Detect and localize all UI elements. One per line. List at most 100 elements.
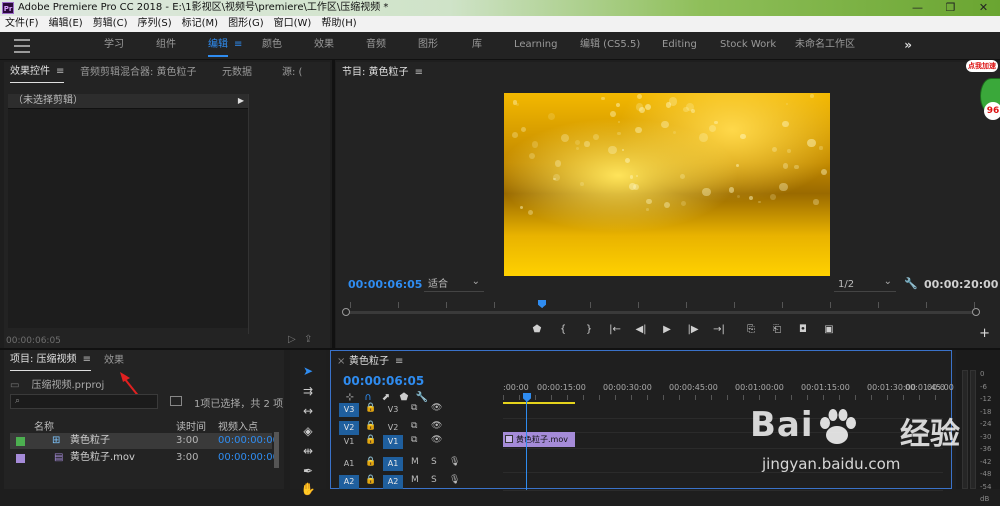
track-target-a1[interactable]: A1 [383, 457, 403, 471]
source-patch-v3[interactable]: V3 [339, 403, 359, 417]
minimize-button[interactable]: — [901, 0, 934, 16]
button-editor-plus[interactable]: + [979, 326, 990, 341]
workspace-learn[interactable]: 学习 [104, 32, 124, 60]
resolution-dropdown[interactable]: 1/2 [834, 278, 896, 292]
project-scrollbar[interactable] [274, 432, 279, 468]
monitor-time-ruler[interactable] [350, 302, 976, 308]
speed-booster-widget[interactable]: 点我加速 96 [964, 58, 1000, 126]
workspace-learning[interactable]: Learning [514, 32, 557, 60]
project-item-row[interactable]: ⊞ 黄色粒子 3:00 00:00:00:00 [10, 433, 272, 449]
mark-out-button[interactable]: } [576, 324, 602, 335]
razor-tool-icon[interactable]: ◈ [299, 422, 317, 440]
sync-lock-icon[interactable]: ⧉ [411, 435, 417, 445]
workspace-assembly[interactable]: 组件 [156, 32, 176, 60]
hand-tool-icon[interactable]: ✋ [299, 480, 317, 498]
lift-button[interactable]: ⎘ [738, 324, 764, 335]
wrench-icon[interactable]: 🔧 [904, 277, 918, 290]
workspace-stock-work[interactable]: Stock Work [720, 32, 776, 60]
workspace-editing-en[interactable]: Editing [662, 32, 697, 60]
step-back-button[interactable]: ◀| [628, 324, 654, 335]
menu-window[interactable]: 窗口(W) [274, 16, 312, 32]
export-frame-button[interactable]: ◘ [790, 324, 816, 335]
tab-sequence[interactable]: 黄色粒子≡ [349, 351, 403, 373]
timeline-ruler[interactable]: :00:00 00:00:15:00 00:00:30:00 00:00:45:… [503, 381, 943, 401]
go-to-out-button[interactable]: →| [706, 324, 732, 335]
solo-button[interactable]: S [431, 457, 437, 467]
menu-help[interactable]: 帮助(H) [321, 16, 356, 32]
timeline-clip[interactable]: 黄色粒子.mov [503, 432, 575, 447]
lock-icon[interactable]: 🔒 [365, 457, 376, 467]
project-search-input[interactable]: ⌕ [10, 394, 158, 409]
project-item-row[interactable]: ▤ 黄色粒子.mov 3:00 00:00:00:00 [10, 450, 272, 466]
workspace-menu-icon[interactable]: ≡ [234, 39, 242, 50]
solo-button[interactable]: S [431, 475, 437, 485]
panel-menu-icon[interactable]: ≡ [83, 350, 91, 370]
panel-menu-icon[interactable]: ≡ [56, 62, 64, 82]
track-lane-a2[interactable] [503, 473, 943, 491]
tab-program[interactable]: 节目: 黄色粒子≡ [342, 62, 423, 84]
eye-icon[interactable]: 👁 [431, 435, 442, 445]
compare-view-button[interactable]: ▣ [816, 324, 842, 335]
menu-marker[interactable]: 标记(M) [182, 16, 218, 32]
add-marker-button[interactable]: ⬟ [524, 324, 550, 335]
pen-tool-icon[interactable]: ✒ [299, 462, 317, 480]
tab-metadata[interactable]: 元数据 [222, 62, 252, 84]
go-to-in-button[interactable]: |← [602, 324, 628, 335]
play-button[interactable]: ▶ [654, 324, 680, 335]
menu-graphics[interactable]: 图形(G) [228, 16, 264, 32]
expand-arrow-icon[interactable]: ▶ [238, 94, 244, 108]
workspace-untitled[interactable]: 未命名工作区 [795, 32, 855, 60]
tab-audio-clip-mixer[interactable]: 音频剪辑混合器: 黄色粒子 [80, 62, 197, 84]
new-bin-icon[interactable] [170, 396, 182, 406]
column-name[interactable]: 名称 [34, 418, 54, 433]
column-video-in[interactable]: 视频入点 [218, 418, 258, 433]
workspace-editing-active[interactable]: 编辑≡ [208, 32, 242, 60]
track-target-v1[interactable]: V1 [383, 435, 403, 449]
maximize-button[interactable]: ❐ [934, 0, 967, 16]
sync-lock-icon[interactable]: ⧉ [411, 421, 417, 431]
workspace-libraries[interactable]: 库 [472, 32, 482, 60]
mute-button[interactable]: M [411, 457, 419, 467]
lock-icon[interactable]: 🔒 [365, 421, 376, 431]
program-video-frame[interactable] [504, 93, 830, 276]
scroll-end-handle[interactable] [972, 308, 980, 316]
source-patch-a1[interactable]: A1 [339, 457, 359, 471]
workspace-overflow-button[interactable]: » [904, 32, 912, 58]
step-forward-button[interactable]: |▶ [680, 324, 706, 335]
playhead-timecode[interactable]: 00:00:06:05 [348, 278, 422, 291]
lock-icon[interactable]: 🔒 [365, 435, 376, 445]
export-icon[interactable]: ⇪ [304, 334, 312, 345]
microphone-icon[interactable]: 🎙 [449, 475, 460, 485]
mute-button[interactable]: M [411, 475, 419, 485]
zoom-fit-dropdown[interactable]: 适合 [424, 278, 484, 292]
ripple-edit-tool-icon[interactable]: ↔ [299, 402, 317, 420]
home-icon[interactable] [14, 39, 30, 53]
microphone-icon[interactable]: 🎙 [449, 457, 460, 467]
tab-effect-controls[interactable]: 效果控件≡ [10, 62, 64, 83]
track-target-v3[interactable]: V3 [383, 403, 403, 417]
filter-icon[interactable]: ▷ [288, 334, 296, 345]
monitor-scrollbar[interactable] [346, 311, 976, 314]
menu-edit[interactable]: 编辑(E) [49, 16, 83, 32]
slip-tool-icon[interactable]: ⇹ [299, 442, 317, 460]
eye-icon[interactable]: 👁 [431, 421, 442, 431]
menu-file[interactable]: 文件(F) [5, 16, 39, 32]
panel-splitter[interactable] [332, 60, 335, 350]
column-rate[interactable]: 读时间 [176, 418, 206, 433]
workspace-color[interactable]: 颜色 [262, 32, 282, 60]
lock-icon[interactable]: 🔒 [365, 403, 376, 413]
sync-lock-icon[interactable]: ⧉ [411, 403, 417, 413]
scroll-start-handle[interactable] [342, 308, 350, 316]
workspace-effects[interactable]: 效果 [314, 32, 334, 60]
source-patch-v1[interactable]: V1 [339, 435, 359, 449]
track-target-a2[interactable]: A2 [383, 475, 403, 489]
timeline-timecode[interactable]: 00:00:06:05 [343, 374, 424, 388]
eye-icon[interactable]: 👁 [431, 403, 442, 413]
workspace-graphics[interactable]: 图形 [418, 32, 438, 60]
selection-tool-icon[interactable]: ➤ [299, 362, 317, 380]
workspace-audio[interactable]: 音频 [366, 32, 386, 60]
lock-icon[interactable]: 🔒 [365, 475, 376, 485]
extract-button[interactable]: ⎗ [764, 324, 790, 335]
workspace-editing-cs55[interactable]: 编辑 (CS5.5) [580, 32, 640, 60]
menu-sequence[interactable]: 序列(S) [137, 16, 171, 32]
